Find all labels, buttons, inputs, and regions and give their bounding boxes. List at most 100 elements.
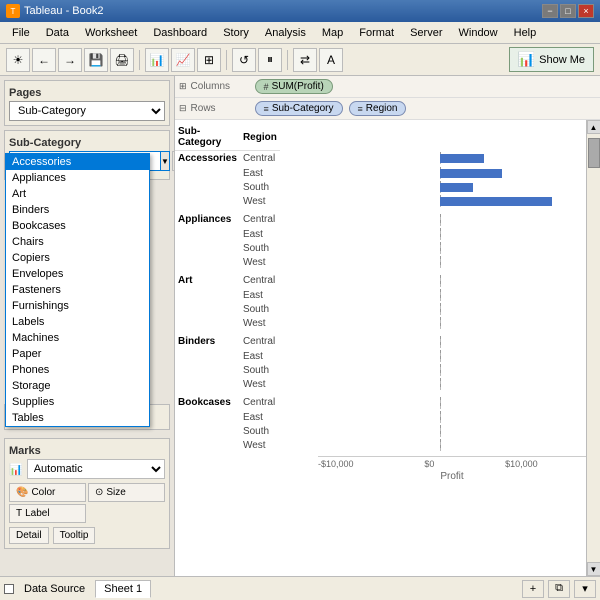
- scroll-up-button[interactable]: ▲: [587, 120, 600, 134]
- maximize-button[interactable]: □: [560, 4, 576, 18]
- menu-analysis[interactable]: Analysis: [257, 25, 314, 41]
- axis-title: Profit: [318, 471, 586, 482]
- datasource-tab[interactable]: Data Source: [18, 581, 91, 597]
- print-button[interactable]: 🖨: [110, 48, 134, 72]
- dropdown-item-chairs[interactable]: Chairs: [6, 234, 149, 250]
- dropdown-item-bookcases[interactable]: Bookcases: [6, 218, 149, 234]
- menu-data[interactable]: Data: [38, 25, 77, 41]
- columns-pill[interactable]: # SUM(Profit): [255, 79, 333, 94]
- bar-cell: [280, 363, 586, 377]
- dropdown-item-binders[interactable]: Binders: [6, 202, 149, 218]
- swap-btn[interactable]: ⇄: [293, 48, 317, 72]
- chart-inner[interactable]: Sub-Category Region AccessoriesCentralEa…: [175, 120, 586, 576]
- bar-cell: [280, 255, 586, 269]
- add-sheet-button[interactable]: +: [522, 580, 544, 598]
- bar-cell: [280, 227, 586, 241]
- dropdown-item-storage[interactable]: Storage: [6, 378, 149, 394]
- show-me-button[interactable]: 📊 Show Me: [509, 47, 594, 72]
- pause-btn[interactable]: ⏸: [258, 48, 282, 72]
- chart-btn-2[interactable]: 📈: [171, 48, 195, 72]
- sub-category-title: Sub-Category: [9, 135, 165, 151]
- dropdown-item-supplies[interactable]: Supplies: [6, 394, 149, 410]
- tooltip-button[interactable]: Tooltip: [53, 527, 96, 544]
- dropdown-item-appliances[interactable]: Appliances: [6, 170, 149, 186]
- rows-pill-subcategory[interactable]: ≡ Sub-Category: [255, 101, 343, 116]
- detail-button[interactable]: Detail: [9, 527, 49, 544]
- sub-category-section: Sub-Category ▼ ◀ ▶ Accessories Appliance…: [4, 130, 170, 180]
- menu-story[interactable]: Story: [215, 25, 257, 41]
- rows-pill-subcategory-text: Sub-Category: [272, 103, 334, 114]
- rows-region-icon: ≡: [358, 104, 363, 114]
- rows-pill-region-text: Region: [366, 103, 398, 114]
- rows-icon: ⊟: [179, 103, 187, 114]
- menu-dashboard[interactable]: Dashboard: [145, 25, 215, 41]
- minimize-button[interactable]: −: [542, 4, 558, 18]
- bar-cell: [280, 349, 586, 363]
- chart-btn-1[interactable]: 📊: [145, 48, 169, 72]
- dropdown-item-fasteners[interactable]: Fasteners: [6, 282, 149, 298]
- label-button[interactable]: TLabel: [9, 504, 86, 523]
- bar-cell: [280, 377, 586, 391]
- dropdown-item-accessories[interactable]: Accessories: [6, 154, 149, 170]
- bar-cell: [280, 241, 586, 255]
- dropdown-item-labels[interactable]: Labels: [6, 314, 149, 330]
- cat-label: [175, 349, 240, 363]
- marks-type-dropdown[interactable]: Automatic: [27, 459, 165, 479]
- table-row: South: [175, 302, 586, 316]
- dropdown-item-copiers[interactable]: Copiers: [6, 250, 149, 266]
- dropdown-item-tables[interactable]: Tables: [6, 410, 149, 426]
- menu-help[interactable]: Help: [506, 25, 545, 41]
- cat-label: Art: [175, 273, 240, 288]
- back-button[interactable]: ←: [32, 48, 56, 72]
- bar-cell: [280, 194, 586, 208]
- menu-worksheet[interactable]: Worksheet: [77, 25, 145, 41]
- chart-axis: -$10,000 $0 $10,000 $20,000 Profit: [318, 456, 586, 482]
- chart-btn-3[interactable]: ⊞: [197, 48, 221, 72]
- forward-button[interactable]: →: [58, 48, 82, 72]
- datasource-checkbox[interactable]: [4, 584, 14, 594]
- menu-map[interactable]: Map: [314, 25, 351, 41]
- region-label: Central: [240, 212, 280, 227]
- region-label: East: [240, 227, 280, 241]
- save-button[interactable]: 💾: [84, 48, 108, 72]
- sheet-tab[interactable]: Sheet 1: [95, 580, 151, 598]
- color-button[interactable]: 🎨Color: [9, 483, 86, 502]
- table-row: West: [175, 194, 586, 208]
- table-row: West: [175, 438, 586, 452]
- dropdown-item-phones[interactable]: Phones: [6, 362, 149, 378]
- size-button[interactable]: ⊙Size: [88, 483, 165, 502]
- region-label: West: [240, 316, 280, 330]
- menu-bar: File Data Worksheet Dashboard Story Anal…: [0, 22, 600, 44]
- cat-label: [175, 363, 240, 377]
- pages-dropdown[interactable]: Sub-Category: [9, 101, 165, 121]
- viz-area: ⊞ Columns # SUM(Profit) ⊟ Rows ≡ Sub-Cat…: [175, 76, 600, 576]
- dropdown-item-furnishings[interactable]: Furnishings: [6, 298, 149, 314]
- dropdown-item-paper[interactable]: Paper: [6, 346, 149, 362]
- more-sheets-button[interactable]: ▾: [574, 580, 596, 598]
- new-button[interactable]: ☀: [6, 48, 30, 72]
- dropdown-item-envelopes[interactable]: Envelopes: [6, 266, 149, 282]
- cat-label: [175, 255, 240, 269]
- menu-file[interactable]: File: [4, 25, 38, 41]
- scroll-thumb[interactable]: [588, 138, 600, 168]
- rows-pill-region[interactable]: ≡ Region: [349, 101, 407, 116]
- marks-section: Marks 📊 Automatic 🎨Color ⊙Size TLabel De…: [4, 438, 170, 549]
- close-button[interactable]: ×: [578, 4, 594, 18]
- dropdown-item-machines[interactable]: Machines: [6, 330, 149, 346]
- show-me-label: Show Me: [539, 54, 585, 66]
- bar-cell: [280, 334, 586, 349]
- scroll-down-button[interactable]: ▼: [587, 562, 600, 576]
- menu-window[interactable]: Window: [451, 25, 506, 41]
- menu-server[interactable]: Server: [402, 25, 450, 41]
- refresh-btn[interactable]: ↺: [232, 48, 256, 72]
- chart-table: Sub-Category Region AccessoriesCentralEa…: [175, 124, 586, 452]
- duplicate-sheet-button[interactable]: ⧉: [548, 580, 570, 598]
- dropdown-item-art[interactable]: Art: [6, 186, 149, 202]
- left-panel: Pages Sub-Category Sub-Category ▼ ◀ ▶ Ac…: [0, 76, 175, 576]
- dropdown-arrow[interactable]: ▼: [161, 151, 170, 171]
- label-btn[interactable]: A: [319, 48, 343, 72]
- status-bar: Data Source Sheet 1 + ⧉ ▾: [0, 576, 600, 600]
- rows-shelf: ⊟ Rows ≡ Sub-Category ≡ Region: [175, 98, 600, 120]
- marks-chart-icon: 📊: [9, 463, 23, 476]
- menu-format[interactable]: Format: [351, 25, 402, 41]
